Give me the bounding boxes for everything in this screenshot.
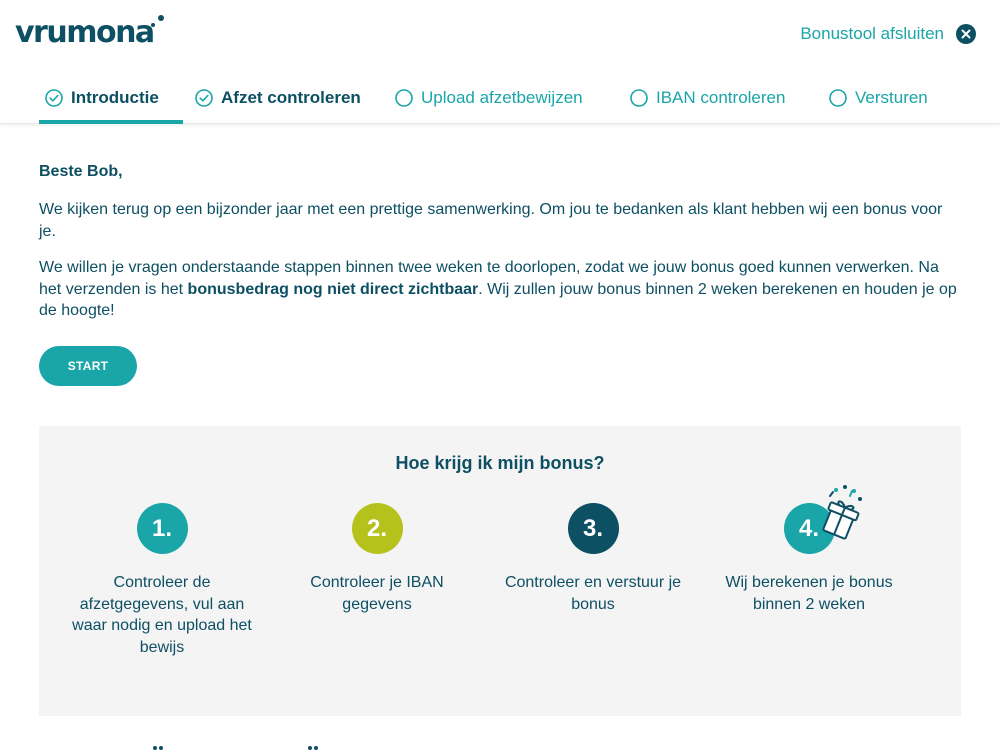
step-text: Controleer je IBAN gegevens (310, 574, 444, 613)
exit-label: Bonustool afsluiten (800, 24, 944, 43)
empty-circle-icon (395, 89, 413, 107)
vrumona-logo[interactable]: vrumona (15, 13, 165, 53)
paragraph-bold-text: bonusbedrag nog niet direct zichtbaar (187, 280, 479, 298)
logo-dot (158, 15, 164, 21)
steps-title: Hoe krijg ik mijn bonus? (395, 453, 605, 473)
step-number-badge: 1. (136, 503, 188, 554)
tab-upload-afzetbewijzen[interactable]: Upload afzetbewijzen (395, 78, 583, 124)
step-2: 2. Controleer je IBAN gegevens (282, 503, 472, 615)
greeting: Beste Bob, (39, 163, 123, 180)
step-text: Controleer en verstuur je bonus (504, 574, 682, 613)
step-4: 4. Wij berekenen je bonus binnen 2 weken (714, 485, 904, 615)
tab-introductie[interactable]: Introductie (39, 78, 183, 124)
tab-label: Afzet controleren (221, 88, 361, 107)
tab-label: IBAN controleren (656, 88, 786, 107)
logo-text: vrumona (15, 15, 155, 50)
step-1: 1. Controleer de afzetgegevens, vul aan … (67, 503, 257, 658)
step-tabs: Introductie Afzet controleren Upload afz… (0, 78, 1000, 124)
check-circle-icon (195, 89, 213, 107)
start-button[interactable]: START (39, 346, 137, 386)
step-text: Wij berekenen je bonus binnen 2 weken (725, 574, 893, 613)
gift-icon (821, 485, 862, 540)
empty-circle-icon (829, 89, 847, 107)
tab-iban-controleren[interactable]: IBAN controleren (630, 78, 785, 124)
bonus-steps-panel: Hoe krijg ik mijn bonus? 1. Controleer d… (39, 426, 961, 716)
empty-circle-icon (630, 89, 648, 107)
bottom-decoration (153, 746, 318, 750)
tab-label: Introductie (71, 88, 159, 107)
close-icon[interactable] (956, 24, 976, 44)
exit-bonustool-button[interactable]: Bonustool afsluiten (800, 24, 976, 44)
check-circle-icon (45, 89, 63, 107)
tab-label: Upload afzetbewijzen (421, 88, 583, 107)
step-3: 3. Controleer en verstuur je bonus (498, 503, 688, 615)
step-number-badge: 4. (783, 485, 862, 554)
step-number-badge: 2. (351, 503, 403, 554)
tab-afzet-controleren[interactable]: Afzet controleren (195, 78, 361, 124)
intro-paragraph-2: We willen je vragen onderstaande stappen… (39, 257, 959, 322)
tab-label: Versturen (855, 88, 928, 107)
logo-dot (151, 23, 155, 27)
header: vrumona Bonustool afsluiten (0, 0, 1000, 70)
tab-versturen[interactable]: Versturen (829, 78, 928, 124)
intro-paragraph-1: We kijken terug op een bijzonder jaar me… (39, 201, 943, 240)
step-number-badge: 3. (567, 503, 619, 554)
step-text: Controleer de afzetgegevens, vul aan waa… (72, 574, 252, 656)
